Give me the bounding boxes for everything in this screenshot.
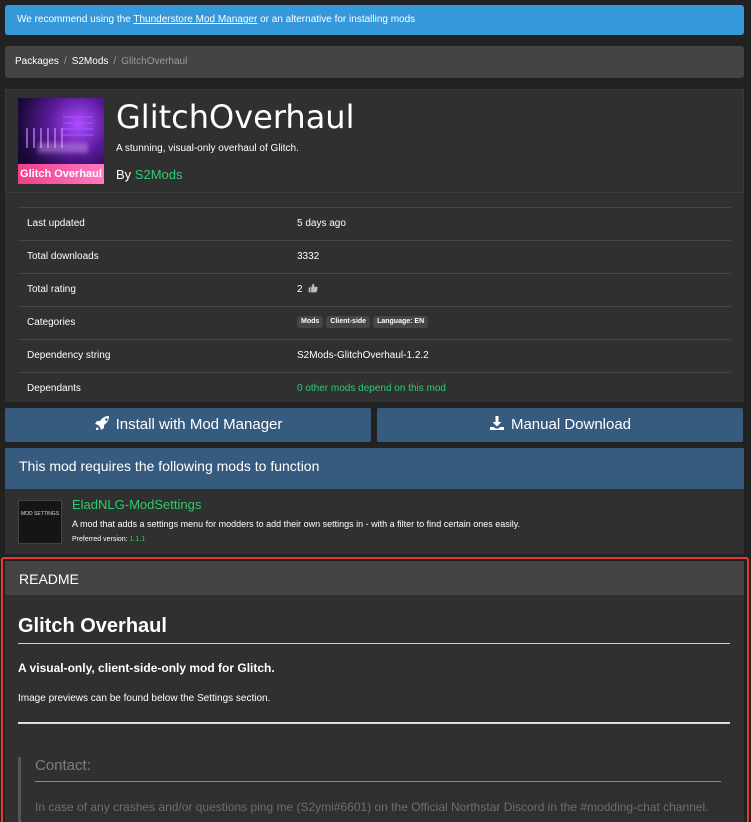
thumbs-up-icon[interactable] xyxy=(308,283,318,293)
package-description: A stunning, visual-only overhaul of Glit… xyxy=(116,143,299,154)
package-thumbnail: Glitch Overhaul xyxy=(18,98,104,184)
breadcrumb: Packages / S2Mods / GlitchOverhaul xyxy=(5,46,744,78)
info-value: Mods Client-side Language: EN xyxy=(297,307,431,339)
dependants-link[interactable]: 0 other mods depend on this mod xyxy=(297,383,446,394)
rating-value: 2 xyxy=(297,284,303,295)
dependency-thumbnail[interactable]: MOD SETTINGS xyxy=(18,500,62,544)
package-title: GlitchOverhaul xyxy=(116,98,355,136)
breadcrumb-packages[interactable]: Packages xyxy=(15,56,59,67)
page: We recommend using the Thunderstore Mod … xyxy=(0,0,751,822)
info-row-dependency-string: Dependency string S2Mods-GlitchOverhaul-… xyxy=(18,339,731,372)
download-button-label: Manual Download xyxy=(510,416,632,433)
breadcrumb-s2mods[interactable]: S2Mods xyxy=(72,56,109,67)
breadcrumb-separator: / xyxy=(113,56,117,67)
by-label: By xyxy=(116,167,135,182)
info-value: S2Mods-GlitchOverhaul-1.2.2 xyxy=(297,350,429,361)
rocket-icon xyxy=(94,416,109,430)
info-label: Total rating xyxy=(27,284,76,295)
readme-highlight-frame xyxy=(1,557,749,822)
info-row-categories: Categories Mods Client-side Language: EN xyxy=(18,306,731,339)
version-label: Preferred version: xyxy=(72,536,130,543)
category-tag[interactable]: Client-side xyxy=(326,316,371,329)
thumbnail-scene xyxy=(38,143,88,153)
version-link[interactable]: 1.1.1 xyxy=(130,536,146,543)
package-byline: By S2Mods xyxy=(116,167,183,182)
info-label: Last updated xyxy=(27,218,85,229)
info-row-dependants: Dependants 0 other mods depend on this m… xyxy=(18,372,731,405)
info-row-downloads: Total downloads 3332 xyxy=(18,240,731,273)
info-value: 2 xyxy=(297,274,318,306)
info-label: Total downloads xyxy=(27,251,99,262)
dependency-version: Preferred version: 1.1.1 xyxy=(72,536,145,543)
breadcrumb-separator: / xyxy=(63,56,67,67)
dependency-description: A mod that adds a settings menu for modd… xyxy=(72,519,521,529)
dependency-name-link[interactable]: EladNLG-ModSettings xyxy=(72,497,201,512)
thunderstore-manager-link[interactable]: Thunderstore Mod Manager xyxy=(133,14,257,25)
info-label: Categories xyxy=(27,317,76,328)
requirements-heading: This mod requires the following mods to … xyxy=(5,448,744,489)
package-header: Glitch Overhaul GlitchOverhaul A stunnin… xyxy=(5,89,744,193)
info-value: 5 days ago xyxy=(297,218,346,229)
manual-download-button[interactable]: Manual Download xyxy=(377,408,743,442)
thumbnail-scene xyxy=(63,112,93,136)
info-value: 0 other mods depend on this mod xyxy=(297,373,446,405)
thumbnail-logo: Glitch Overhaul xyxy=(18,164,104,184)
install-button-label: Install with Mod Manager xyxy=(115,416,283,433)
banner-prefix: We recommend using the xyxy=(17,14,134,25)
manager-recommendation-banner: We recommend using the Thunderstore Mod … xyxy=(5,5,744,35)
category-tag[interactable]: Language: EN xyxy=(373,316,429,329)
author-link[interactable]: S2Mods xyxy=(135,167,183,182)
breadcrumb-current: GlitchOverhaul xyxy=(121,56,188,67)
info-value: 3332 xyxy=(297,251,320,262)
info-row-rating: Total rating 2 xyxy=(18,273,731,306)
install-with-mod-manager-button[interactable]: Install with Mod Manager xyxy=(5,408,371,442)
category-tag[interactable]: Mods xyxy=(297,316,324,329)
info-row-last-updated: Last updated 5 days ago xyxy=(18,207,731,240)
package-info-table: Last updated 5 days ago Total downloads … xyxy=(5,193,744,402)
banner-suffix: or an alternative for installing mods xyxy=(257,14,416,25)
requirements-list: MOD SETTINGS EladNLG-ModSettings A mod t… xyxy=(5,489,744,554)
download-icon xyxy=(489,416,504,430)
info-label: Dependants xyxy=(27,383,81,394)
info-label: Dependency string xyxy=(27,350,111,361)
